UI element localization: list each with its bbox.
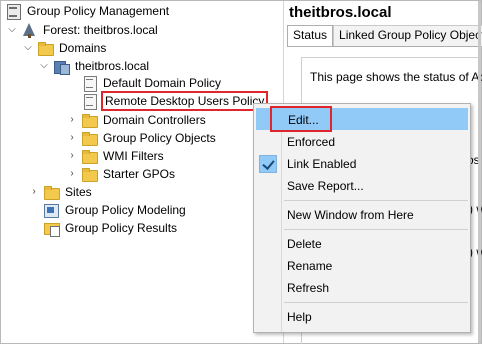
tree-node-label: Group Policy Modeling (65, 203, 186, 217)
scrollbar[interactable] (478, 1, 481, 343)
group-policy-management-icon (5, 3, 21, 20)
menu-item-delete[interactable]: Delete (256, 233, 468, 255)
folder-icon (81, 130, 98, 146)
menu-item-label: Save Report... (287, 179, 364, 193)
menu-item-save-report[interactable]: Save Report... (256, 175, 468, 197)
tree-node-domains[interactable]: Domains (37, 39, 108, 57)
annotation-box: Edit... (270, 106, 332, 132)
tree-node-domain[interactable]: theitbros.local (53, 57, 151, 75)
folder-icon (81, 166, 98, 182)
collapse-arrow-icon[interactable]: ⌵ (7, 21, 17, 39)
tree-node-label: Default Domain Policy (103, 76, 222, 90)
menu-item-label: Delete (287, 237, 322, 251)
tab-status[interactable]: Status (287, 25, 334, 46)
tree-node-label: Domain Controllers (103, 113, 206, 127)
tree-node-group-policy-results[interactable]: Group Policy Results (43, 219, 179, 237)
tree-node-forest[interactable]: Forest: theitbros.local (21, 21, 160, 39)
tree-node-label: Remote Desktop Users Policy (101, 91, 269, 111)
menu-item-label: Rename (287, 259, 333, 273)
tree-node-group-policy-objects[interactable]: Group Policy Objects (81, 129, 218, 147)
expand-arrow-icon[interactable]: › (67, 111, 77, 129)
domain-icon (53, 58, 70, 75)
checkmark-icon (259, 155, 277, 173)
menu-separator (284, 302, 468, 303)
collapse-arrow-icon[interactable]: ⌵ (39, 57, 49, 75)
console-tree: Group Policy Management ⌵ Forest: theitb… (1, 1, 284, 343)
menu-item-link-enabled[interactable]: Link Enabled (256, 153, 468, 175)
folder-icon (37, 40, 54, 56)
expand-arrow-icon[interactable]: › (67, 129, 77, 147)
menu-separator (284, 200, 468, 201)
menu-separator (284, 229, 468, 230)
tree-node-label: Group Policy Management (27, 4, 170, 18)
menu-item-label: Edit... (288, 113, 319, 127)
menu-item-label: New Window from Here (287, 208, 414, 222)
tree-node-sites[interactable]: Sites (43, 183, 94, 201)
status-description: This page shows the status of Active (310, 70, 482, 84)
menu-item-label: Enforced (287, 135, 336, 149)
menu-item-edit[interactable]: Edit... (256, 106, 468, 132)
tree-node-default-domain-policy[interactable]: Default Domain Policy (81, 74, 223, 92)
tree-node-label: Starter GPOs (103, 167, 176, 181)
tree-node-label: WMI Filters (103, 149, 164, 163)
folder-icon (81, 148, 98, 164)
collapse-arrow-icon[interactable]: ⌵ (23, 39, 33, 57)
results-icon (43, 220, 60, 237)
tree-node-label: Sites (65, 185, 92, 199)
expand-arrow-icon[interactable]: › (29, 183, 39, 201)
tree-node-label: Group Policy Objects (103, 131, 216, 145)
tree-node-label: Group Policy Results (65, 221, 178, 235)
tree-node-root[interactable]: Group Policy Management (5, 2, 171, 20)
folder-icon (43, 184, 60, 200)
context-menu: Edit... Enforced Link Enabled Save Repor… (253, 103, 471, 333)
folder-icon (81, 112, 98, 128)
tab-strip: Status Linked Group Policy Objects (287, 25, 482, 46)
tree-node-label: Forest: theitbros.local (43, 23, 158, 37)
menu-item-new-window[interactable]: New Window from Here (256, 204, 468, 226)
tree-node-group-policy-modeling[interactable]: Group Policy Modeling (43, 201, 188, 219)
tree-node-starter-gpos[interactable]: Starter GPOs (81, 165, 177, 183)
pane-title: theitbros.local (289, 4, 392, 21)
menu-item-rename[interactable]: Rename (256, 255, 468, 277)
tree-node-wmi-filters[interactable]: WMI Filters (81, 147, 166, 165)
tab-linked-gpos[interactable]: Linked Group Policy Objects (333, 25, 482, 46)
gpo-link-icon (81, 75, 97, 92)
tree-node-label: Domains (59, 41, 107, 55)
menu-item-label: Refresh (287, 281, 330, 295)
tree-node-domain-controllers[interactable]: Domain Controllers (81, 111, 208, 129)
menu-item-label: Link Enabled (287, 157, 357, 171)
expand-arrow-icon[interactable]: › (67, 165, 77, 183)
menu-item-help[interactable]: Help (256, 306, 468, 328)
modeling-icon (43, 202, 59, 218)
menu-item-refresh[interactable]: Refresh (256, 277, 468, 299)
tree-node-label: theitbros.local (75, 59, 150, 73)
tree-node-remote-desktop-users-policy[interactable]: Remote Desktop Users Policy (81, 91, 269, 111)
menu-item-label: Help (287, 310, 312, 324)
gpo-link-icon (81, 93, 97, 110)
menu-item-enforced[interactable]: Enforced (256, 131, 468, 153)
expand-arrow-icon[interactable]: › (67, 147, 77, 165)
forest-icon (21, 22, 37, 38)
